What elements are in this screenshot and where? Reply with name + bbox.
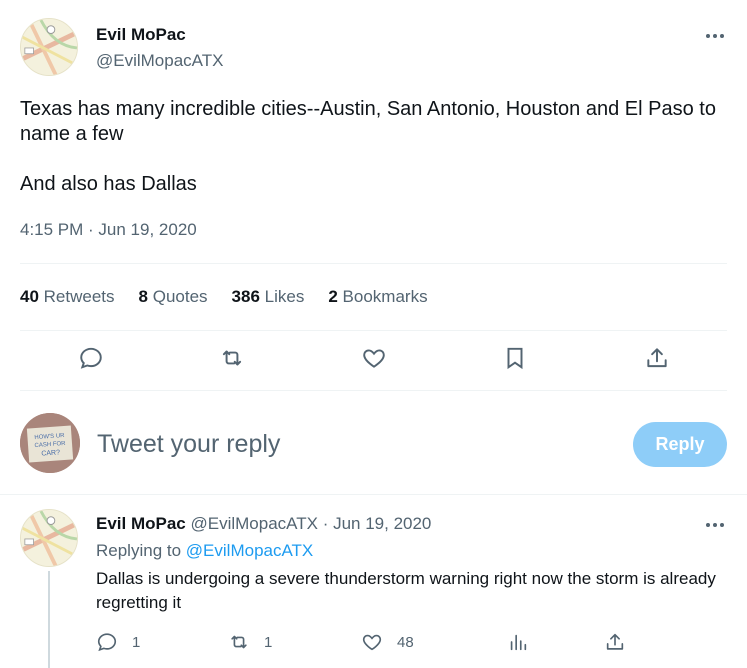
retweets-count: 40 [20,287,39,306]
divider [20,330,727,331]
reply-reply-button[interactable]: 1 [96,631,140,653]
more-options-icon[interactable] [704,25,726,47]
reply-input[interactable]: Tweet your reply [97,430,280,459]
reply-more-options-icon[interactable] [704,514,726,536]
reply-icon [97,633,117,652]
reply-like-button[interactable]: 48 [361,631,414,653]
share-icon [606,633,624,650]
sign-photo-icon: HOW'S UR CASH FOR CAR? [20,413,80,473]
retweet-icon[interactable] [219,345,245,371]
reply-button[interactable]: Reply [633,422,727,467]
retweet-count: 1 [264,633,273,651]
reply-retweet-button[interactable]: 1 [228,631,272,653]
retweet-icon [231,635,247,649]
replying-to-handle[interactable]: @EvilMopacATX [186,541,313,560]
author-name[interactable]: Evil MoPac [96,25,186,45]
tweet-timestamp[interactable]: 4:15 PM · Jun 19, 2020 [20,220,197,240]
likes-label: Likes [264,287,305,306]
thread-line [48,571,50,668]
like-count: 48 [397,633,414,651]
reply-author-avatar[interactable] [20,509,78,567]
replying-to-label: Replying to [96,541,182,560]
engagement-stats: 40 Retweets 8 Quotes 386 Likes 2 Bookmar… [20,287,452,307]
bookmarks-label: Bookmarks [342,287,428,306]
quotes-count: 8 [138,287,148,306]
like-icon [362,634,382,651]
reply-author-handle-date[interactable]: @EvilMopacATX · Jun 19, 2020 [191,514,432,533]
reply-action-bar: 1 1 48 [96,631,636,657]
share-icon[interactable] [644,345,670,371]
bookmarks-stat[interactable]: 2 Bookmarks [328,287,427,307]
likes-stat[interactable]: 386 Likes [232,287,305,307]
bookmark-icon[interactable] [502,345,528,371]
tweet-text-paragraph: Texas has many incredible cities--Austin… [20,98,716,145]
map-avatar-icon [21,19,77,75]
reply-views-button[interactable] [507,631,529,653]
likes-count: 386 [231,287,260,306]
current-user-avatar[interactable]: HOW'S UR CASH FOR CAR? [20,413,80,473]
svg-text:CAR?: CAR? [41,449,60,457]
quotes-stat[interactable]: 8 Quotes [139,287,208,307]
tweet-text-paragraph: And also has Dallas [20,173,197,195]
like-icon[interactable] [361,345,387,371]
tweet-action-bar [0,345,747,375]
divider [20,263,727,264]
author-avatar[interactable] [20,18,78,76]
quotes-label: Quotes [152,287,208,306]
reply-author-name[interactable]: Evil MoPac [96,514,186,533]
reply-icon[interactable] [78,345,104,371]
reply-tweet[interactable]: Evil MoPac @EvilMopacATX · Jun 19, 2020 … [0,495,747,668]
reply-text: Dallas is undergoing a severe thundersto… [96,569,716,612]
map-avatar-icon [21,510,77,566]
views-icon [510,634,527,651]
author-handle[interactable]: @EvilMopacATX [96,51,223,71]
reply-header: Evil MoPac @EvilMopacATX · Jun 19, 2020 [96,514,431,534]
retweets-label: Retweets [43,287,115,306]
divider [20,390,727,391]
bookmarks-count: 2 [328,287,338,306]
tweet-text: Texas has many incredible cities--Austin… [20,97,720,222]
replying-to: Replying to @EvilMopacATX [96,541,313,561]
reply-composer: HOW'S UR CASH FOR CAR? Tweet your reply … [0,392,747,492]
reply-count: 1 [132,633,141,651]
retweets-stat[interactable]: 40 Retweets [20,287,115,307]
reply-share-button[interactable] [604,631,626,653]
